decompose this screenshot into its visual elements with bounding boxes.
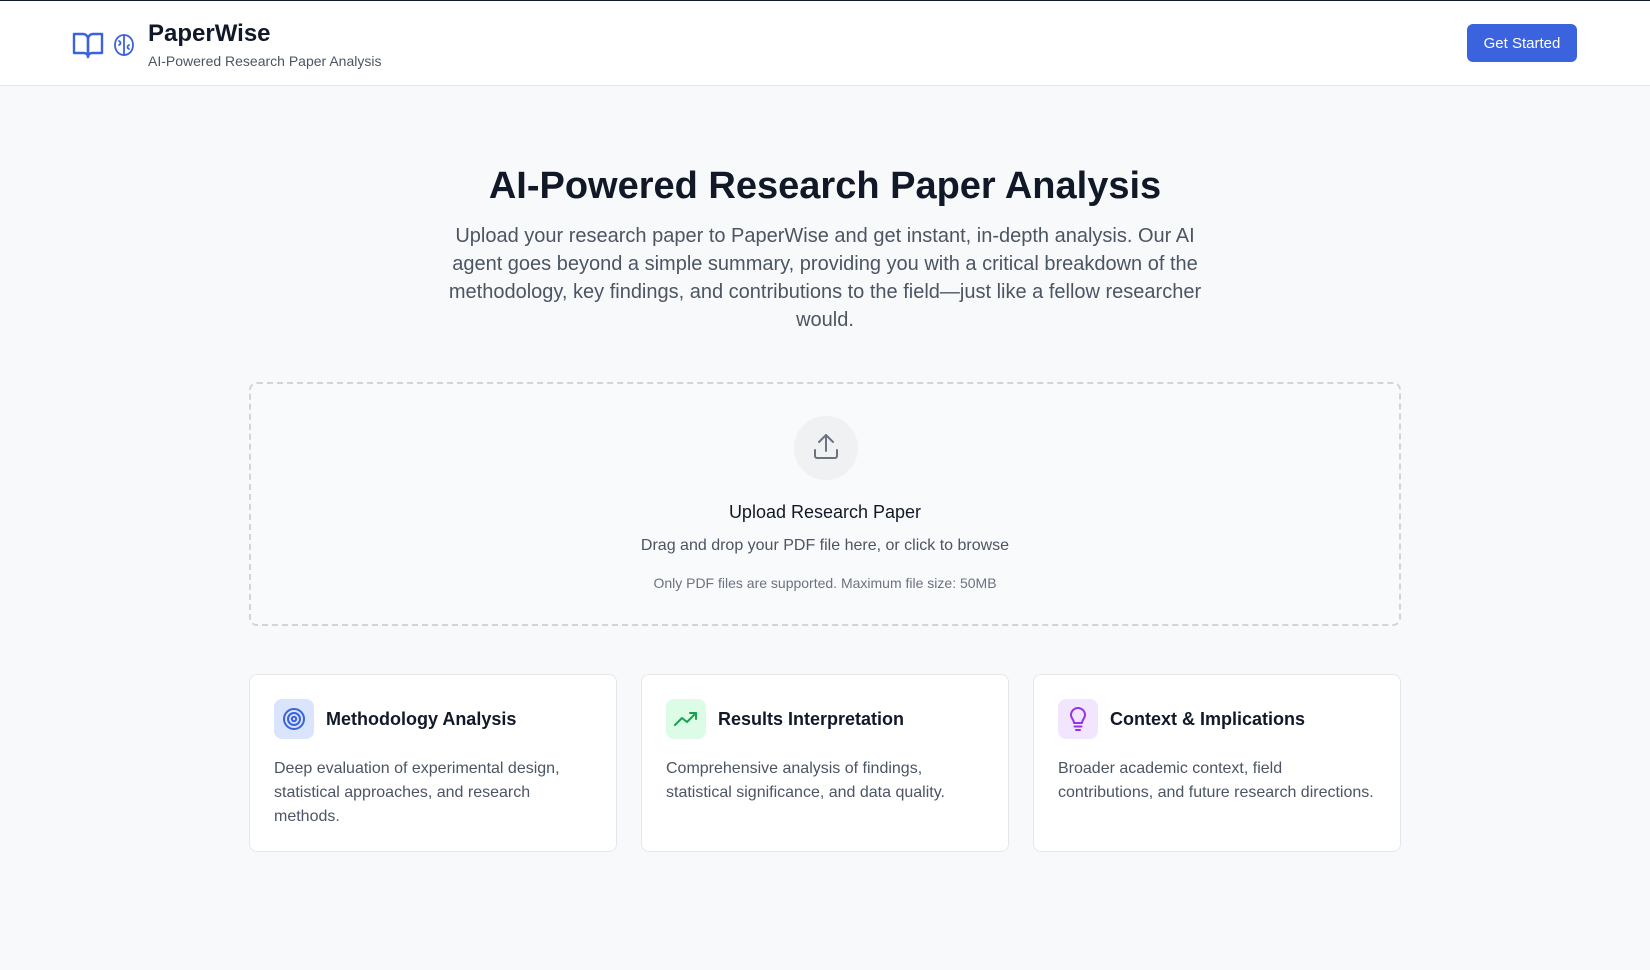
- site-header: PaperWise AI-Powered Research Paper Anal…: [0, 1, 1650, 86]
- feature-title: Results Interpretation: [718, 708, 905, 729]
- brain-icon: [112, 32, 136, 63]
- feature-title: Context & Implications: [1110, 708, 1306, 729]
- brand-icons: [72, 30, 136, 65]
- target-icon: [274, 699, 314, 739]
- brand-name: PaperWise: [148, 20, 271, 47]
- feature-card-context: Context & Implications Broader academic …: [1033, 674, 1401, 852]
- get-started-button[interactable]: Get Started: [1467, 24, 1577, 62]
- upload-dropzone[interactable]: Upload Research Paper Drag and drop your…: [249, 382, 1401, 626]
- trending-up-icon: [666, 699, 706, 739]
- feature-title: Methodology Analysis: [326, 708, 517, 729]
- feature-description: Broader academic context, field contribu…: [1058, 760, 1374, 801]
- page-title: AI-Powered Research Paper Analysis: [488, 165, 1162, 207]
- upload-icon: [811, 431, 841, 466]
- feature-card-results: Results Interpretation Comprehensive ana…: [641, 674, 1009, 852]
- upload-file-requirements: Only PDF files are supported. Maximum fi…: [653, 575, 997, 591]
- book-open-icon: [72, 30, 104, 65]
- upload-icon-circle: [794, 416, 858, 480]
- lightbulb-icon: [1058, 699, 1098, 739]
- feature-card-methodology: Methodology Analysis Deep evaluation of …: [249, 674, 617, 852]
- brand[interactable]: PaperWise AI-Powered Research Paper Anal…: [72, 19, 381, 71]
- hero-description: Upload your research paper to PaperWise …: [448, 225, 1202, 331]
- feature-description: Deep evaluation of experimental design, …: [274, 760, 560, 825]
- brand-tagline: AI-Powered Research Paper Analysis: [148, 53, 382, 69]
- upload-title: Upload Research Paper: [728, 502, 922, 522]
- upload-instructions: Drag and drop your PDF file here, or cli…: [640, 537, 1010, 554]
- feature-description: Comprehensive analysis of findings, stat…: [666, 760, 945, 801]
